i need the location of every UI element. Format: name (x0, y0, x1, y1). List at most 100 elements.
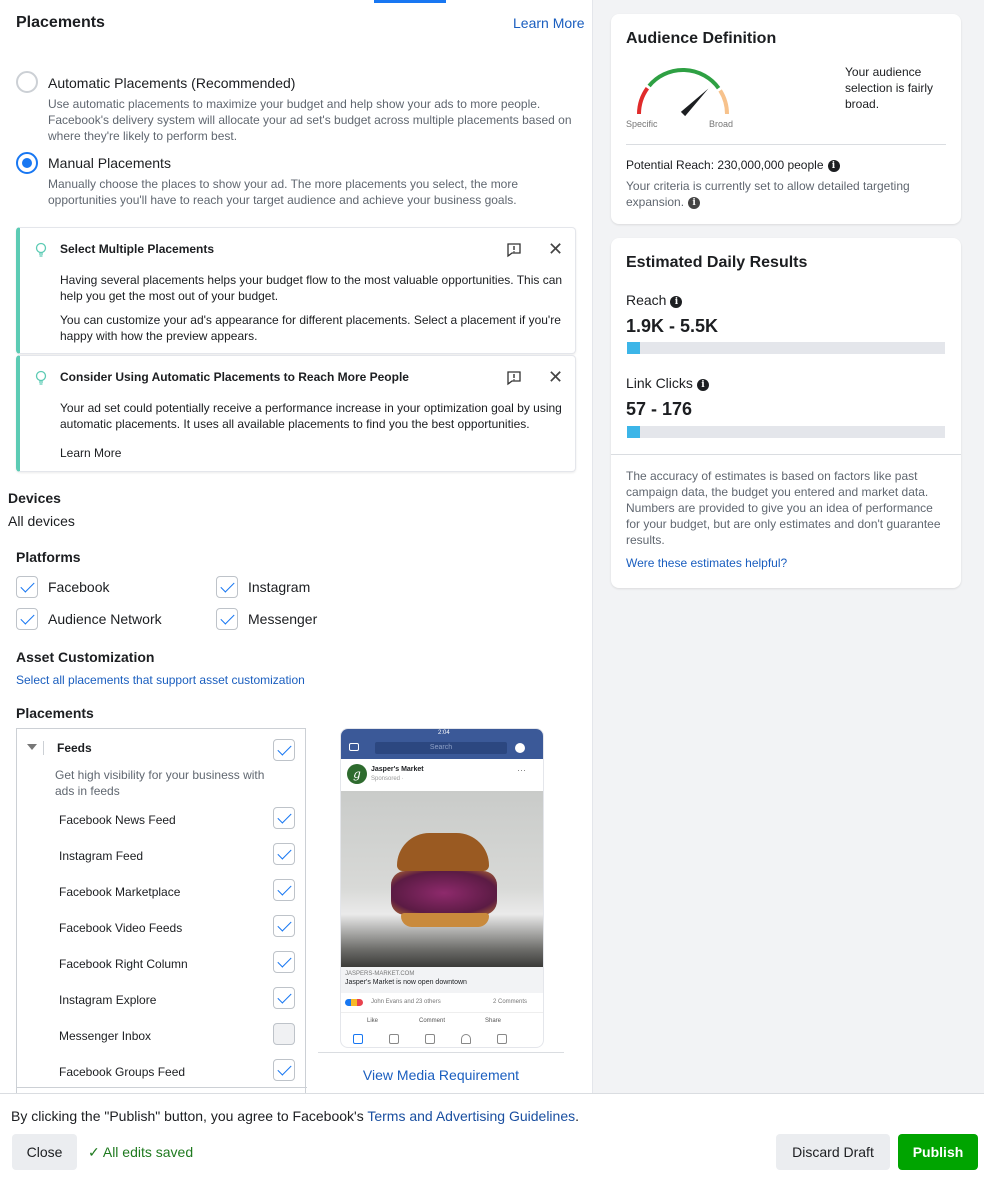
info-icon[interactable]: i (670, 296, 683, 308)
automatic-placements-label: Automatic Placements (Recommended) (48, 75, 296, 91)
preview-time: 2:04 (438, 730, 450, 736)
link-clicks-label: Link Clicks (626, 375, 693, 391)
learn-more-link[interactable]: Learn More (513, 15, 585, 31)
estimates-helpful-link[interactable]: Were these estimates helpful? (626, 556, 787, 570)
audience-summary: Your audience selection is fairly broad. (845, 65, 934, 111)
instagram-checkbox[interactable] (216, 576, 238, 598)
preview-sponsored: Sponsored · (371, 776, 404, 782)
feedback-icon[interactable] (506, 242, 522, 258)
placement-item-label: Facebook Right Column (59, 957, 188, 971)
platforms-title: Platforms (16, 549, 81, 565)
view-media-requirement-link[interactable]: View Media Requirement (318, 1067, 564, 1083)
preview-headline: Jasper's Market is now open downtown (345, 979, 467, 986)
preview-comments: 2 Comments (492, 999, 527, 1005)
placement-item-label: Instagram Explore (59, 993, 157, 1007)
check-icon: ✓ (88, 1144, 100, 1160)
info-icon[interactable]: i (688, 197, 701, 209)
tip-select-multiple: Select Multiple Placements ✕ Having seve… (16, 227, 576, 354)
notifications-icon (461, 1034, 471, 1044)
instagram-label: Instagram (248, 579, 311, 595)
reach-bar (627, 342, 945, 354)
feedback-icon[interactable] (506, 370, 522, 386)
placement-item-label: Facebook News Feed (59, 813, 176, 827)
agree-text: By clicking the "Publish" button, you ag… (11, 1108, 368, 1124)
camera-icon (349, 743, 359, 751)
caret-down-icon[interactable] (27, 744, 37, 750)
terms-link[interactable]: Terms and Advertising Guidelines (367, 1108, 575, 1124)
estimated-daily-results-card: Estimated Daily Results Reach i 1.9K - 5.… (611, 238, 961, 588)
placement-list-title: Placements (16, 705, 94, 721)
close-button[interactable]: Close (12, 1134, 77, 1170)
placement-item-checkbox[interactable] (273, 807, 295, 829)
tip-title: Select Multiple Placements (60, 242, 215, 256)
tip-learn-more-link[interactable]: Learn More (60, 445, 121, 461)
lightbulb-icon (35, 370, 47, 385)
placement-item-checkbox[interactable] (273, 987, 295, 1009)
criteria-text: Your criteria is currently set to allow … (626, 179, 910, 209)
estimates-title: Estimated Daily Results (626, 254, 808, 271)
manual-placements-label: Manual Placements (48, 155, 171, 171)
estimates-note: The accuracy of estimates is based on fa… (626, 469, 941, 547)
manual-placements-radio[interactable] (16, 152, 38, 174)
feeds-group-label: Feeds (57, 741, 92, 755)
asset-customization-title: Asset Customization (16, 649, 155, 665)
active-tab-indicator (374, 0, 446, 3)
gauge-needle (680, 88, 709, 117)
messenger-icon (515, 743, 525, 753)
feeds-checkbox[interactable] (273, 739, 295, 761)
info-icon[interactable]: i (827, 160, 840, 172)
automatic-placements-radio[interactable] (16, 71, 38, 93)
gauge-specific-label: Specific (626, 119, 658, 129)
devices-select[interactable]: All devices (8, 513, 75, 529)
placements-panel: Placements Learn More Automatic Placemen… (0, 0, 592, 1093)
reach-label: Reach (626, 292, 667, 308)
preview-domain: JASPERS-MARKET.COM (345, 971, 415, 977)
tip-title: Consider Using Automatic Placements to R… (60, 370, 409, 384)
reach-value: 1.9K - 5.5K (626, 316, 719, 336)
publish-button[interactable]: Publish (898, 1134, 978, 1170)
tip-text: Having several placements helps your bud… (60, 273, 563, 303)
placement-item-checkbox[interactable] (273, 1059, 295, 1081)
sidebar: Audience Definition Specific Broad Your … (592, 0, 984, 1093)
placement-item-checkbox[interactable] (273, 1023, 295, 1045)
select-asset-customization-link[interactable]: Select all placements that support asset… (16, 673, 305, 687)
reactions-icon (345, 999, 363, 1006)
discard-draft-button[interactable]: Discard Draft (776, 1134, 890, 1170)
placement-item-checkbox[interactable] (273, 879, 295, 901)
preview-share: Share (485, 1018, 502, 1024)
saved-status: All edits saved (102, 1144, 194, 1160)
audience-definition-card: Audience Definition Specific Broad Your … (611, 14, 961, 224)
lightbulb-icon (35, 242, 47, 257)
close-icon[interactable]: ✕ (548, 240, 563, 258)
page-avatar: g (347, 764, 367, 784)
ad-preview: 2:04 Search g Jasper's Market Sponsored … (340, 728, 544, 1048)
audience-network-label: Audience Network (48, 611, 162, 627)
audience-gauge (637, 68, 729, 117)
video-icon (389, 1034, 399, 1044)
placement-item-checkbox[interactable] (273, 843, 295, 865)
close-icon[interactable]: ✕ (548, 368, 563, 386)
burger-image (341, 791, 543, 967)
messenger-label: Messenger (248, 611, 318, 627)
messenger-checkbox[interactable] (216, 608, 238, 630)
feeds-desc: Get high visibility for your business wi… (55, 768, 265, 798)
preview-page-name: Jasper's Market (371, 766, 424, 773)
placements-title: Placements (16, 14, 105, 31)
audience-network-checkbox[interactable] (16, 608, 38, 630)
placement-list: Feeds Get high visibility for your busin… (16, 728, 307, 1093)
devices-title: Devices (8, 490, 61, 506)
facebook-checkbox[interactable] (16, 576, 38, 598)
preview-like: Like (367, 1018, 379, 1024)
info-icon[interactable]: i (696, 379, 709, 391)
automatic-placements-desc: Use automatic placements to maximize you… (48, 97, 572, 143)
placement-item-label: Facebook Marketplace (59, 885, 181, 899)
preview-tabbar (341, 1031, 543, 1047)
placement-item-checkbox[interactable] (273, 915, 295, 937)
placement-item-label: Facebook Video Feeds (59, 921, 183, 935)
tip-text: Your ad set could potentially receive a … (60, 401, 562, 431)
placement-item-checkbox[interactable] (273, 951, 295, 973)
tip-automatic-placements: Consider Using Automatic Placements to R… (16, 355, 576, 472)
link-clicks-value: 57 - 176 (626, 399, 693, 419)
news-feed-icon (353, 1034, 363, 1044)
placement-item-label: Facebook Groups Feed (59, 1065, 186, 1079)
